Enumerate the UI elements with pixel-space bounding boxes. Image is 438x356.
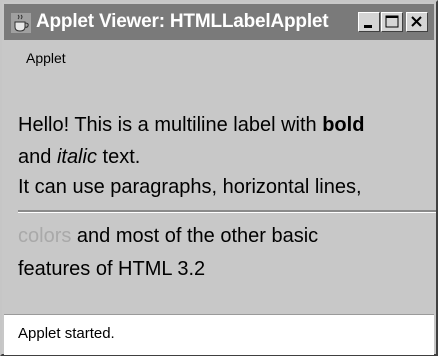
status-bar: Applet started. <box>4 314 434 355</box>
html-label-area: Hello! This is a multiline label with bo… <box>4 76 436 314</box>
minimize-icon <box>364 25 372 28</box>
close-icon <box>411 16 422 27</box>
status-text: Applet started. <box>18 325 115 342</box>
maximize-button[interactable] <box>381 12 403 32</box>
close-button[interactable] <box>406 12 428 32</box>
java-coffee-cup-icon[interactable] <box>10 12 32 34</box>
label-line-1: Hello! This is a multiline label with bo… <box>18 114 364 137</box>
window-title: Applet Viewer: HTMLLabelApplet <box>36 11 329 32</box>
label-text: and most of the other basic <box>71 225 319 247</box>
menu-item-applet[interactable]: Applet <box>26 50 66 66</box>
menu-bar: Applet <box>4 42 434 74</box>
label-line-2: and italic text. <box>18 146 140 169</box>
applet-viewer-window: Applet Viewer: HTMLLabelApplet Applet He… <box>0 0 438 356</box>
colored-text: colors <box>18 225 72 247</box>
horizontal-rule <box>18 210 436 213</box>
label-text: text. <box>96 146 141 168</box>
title-bar[interactable]: Applet Viewer: HTMLLabelApplet <box>4 4 434 40</box>
label-line-4: colors and most of the other basic <box>18 225 318 248</box>
bold-text: bold <box>322 114 365 136</box>
label-text: Hello! This is a multiline label with <box>18 114 323 136</box>
label-line-3: It can use paragraphs, horizontal lines, <box>18 176 362 198</box>
label-line-5: features of HTML 3.2 <box>18 258 206 280</box>
italic-text: italic <box>56 146 97 168</box>
minimize-button[interactable] <box>358 12 380 32</box>
label-text: and <box>18 146 57 168</box>
maximize-icon <box>385 15 399 28</box>
